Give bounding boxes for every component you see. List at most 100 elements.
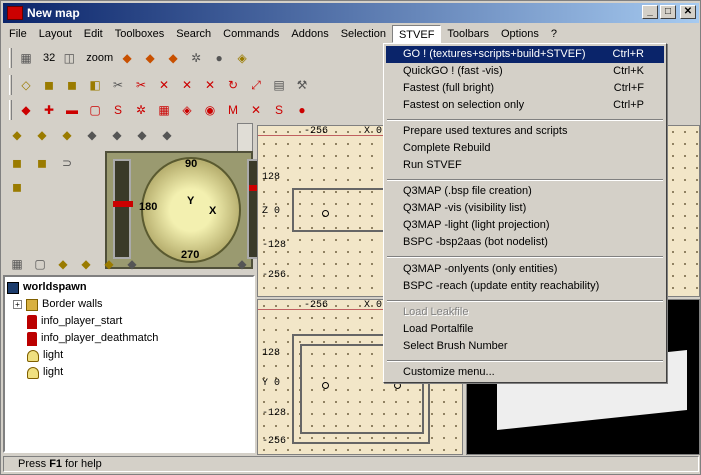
- zoom-icon[interactable]: ◫: [59, 48, 79, 68]
- menu-item-q3map-vis[interactable]: Q3MAP -vis (visibility list): [386, 200, 664, 217]
- tab-3d-icon[interactable]: ◆: [122, 254, 142, 274]
- misc-icon-4[interactable]: ◆: [157, 125, 177, 145]
- csg-m-icon[interactable]: M: [223, 100, 243, 120]
- cut-icon[interactable]: ✂: [108, 75, 128, 95]
- grid-size-value[interactable]: 32: [43, 52, 55, 64]
- csg-hollow-icon[interactable]: ▢: [85, 100, 105, 120]
- expand-icon[interactable]: +: [13, 300, 22, 309]
- maximize-button[interactable]: □: [660, 5, 676, 19]
- menu-toolbars[interactable]: Toolbars: [441, 25, 495, 43]
- menu-item-go[interactable]: GO ! (textures+scripts+build+STVEF) Ctrl…: [386, 46, 664, 63]
- misc-icon-2[interactable]: ◆: [107, 125, 127, 145]
- menu-addons[interactable]: Addons: [285, 25, 334, 43]
- tree-item[interactable]: light: [7, 347, 251, 364]
- menu-item-fastest-selection[interactable]: Fastest on selection only Ctrl+P: [386, 97, 664, 114]
- csg-s-icon[interactable]: S: [108, 100, 128, 120]
- viewport-side[interactable]: -256 X 0 128 Z 0 -128 -256: [257, 125, 400, 297]
- texture-small-icon-3[interactable]: ◆: [57, 125, 77, 145]
- menu-item-customize[interactable]: Customize menu...: [386, 364, 664, 381]
- csg-merge-icon[interactable]: ▦: [154, 100, 174, 120]
- menu-options[interactable]: Options: [495, 25, 545, 43]
- csg-cube-icon[interactable]: ◆: [16, 100, 36, 120]
- csg-gear-icon[interactable]: ✲: [131, 100, 151, 120]
- menu-item-q3map-light[interactable]: Q3MAP -light (light projection): [386, 217, 664, 234]
- menu-item-q3map-onlyents[interactable]: Q3MAP -onlyents (only entities): [386, 261, 664, 278]
- misc-icon-1[interactable]: ◆: [82, 125, 102, 145]
- menu-item-load-portalfile[interactable]: Load Portalfile: [386, 321, 664, 338]
- tab-face-icon[interactable]: ◆: [99, 254, 119, 274]
- menu-item-bspc-aas[interactable]: BSPC -bsp2aas (bot nodelist): [386, 234, 664, 251]
- compass-dial[interactable]: 90 180 270 Y X: [139, 157, 241, 263]
- menu-help[interactable]: ?: [545, 25, 563, 43]
- texture-small-icon-1[interactable]: ◆: [7, 125, 27, 145]
- cog-icon[interactable]: ✲: [186, 48, 206, 68]
- cube-tool-icon[interactable]: ◼: [7, 153, 27, 173]
- entity-marker[interactable]: [322, 382, 329, 389]
- csg-x-icon[interactable]: ✕: [246, 100, 266, 120]
- rotate-icon[interactable]: ↻: [223, 75, 243, 95]
- close-button[interactable]: ✕: [680, 5, 696, 19]
- cube-tool-2-icon[interactable]: ◼: [32, 153, 52, 173]
- tab-entity-icon[interactable]: ◆: [53, 254, 73, 274]
- view-3d-textured-icon[interactable]: ◆: [140, 48, 160, 68]
- texture-icon[interactable]: ◈: [232, 48, 252, 68]
- menu-stvef[interactable]: STVEF: [391, 24, 442, 43]
- menu-item-prepare[interactable]: Prepare used textures and scripts: [386, 123, 664, 140]
- cube-icon[interactable]: ◼: [39, 75, 59, 95]
- misc-icon-3[interactable]: ◆: [132, 125, 152, 145]
- cube-solid-icon[interactable]: ◼: [62, 75, 82, 95]
- tree-item[interactable]: + Border walls: [7, 296, 251, 313]
- tool-icon[interactable]: ⚒: [292, 75, 312, 95]
- menu-selection[interactable]: Selection: [335, 25, 392, 43]
- menu-item-fastest[interactable]: Fastest (full bright) Ctrl+F: [386, 80, 664, 97]
- menu-commands[interactable]: Commands: [217, 25, 285, 43]
- clip-icon[interactable]: ✂: [131, 75, 151, 95]
- sphere-icon[interactable]: ●: [209, 48, 229, 68]
- tab-extra-icon[interactable]: ◆: [232, 254, 252, 274]
- toolbar-grip[interactable]: [9, 100, 12, 120]
- toolbar-grip[interactable]: [9, 48, 12, 68]
- hook-icon[interactable]: ⊃: [57, 153, 77, 173]
- scale-icon[interactable]: ⤢: [246, 75, 266, 95]
- tree-item[interactable]: light: [7, 364, 251, 381]
- menu-file[interactable]: File: [3, 25, 33, 43]
- csg-subtract-icon[interactable]: ▬: [62, 100, 82, 120]
- csg-circle-icon[interactable]: ●: [292, 100, 312, 120]
- toolbar-grip[interactable]: [9, 75, 12, 95]
- csg-ring-icon[interactable]: ◉: [200, 100, 220, 120]
- csg-add-icon[interactable]: ✚: [39, 100, 59, 120]
- pitch-slider[interactable]: [113, 159, 133, 259]
- tab-texture-icon[interactable]: ◆: [76, 254, 96, 274]
- menu-item-q3map[interactable]: Q3MAP (.bsp file creation): [386, 183, 664, 200]
- tree-item[interactable]: info_player_start: [7, 313, 251, 330]
- view-3d-icon[interactable]: ◆: [117, 48, 137, 68]
- minimize-button[interactable]: _: [642, 5, 658, 19]
- texture-small-icon-2[interactable]: ◆: [32, 125, 52, 145]
- vertex-icon[interactable]: ◇: [16, 75, 36, 95]
- tab-tree-icon[interactable]: ▦: [7, 254, 27, 274]
- mirror-x-icon[interactable]: ✕: [154, 75, 174, 95]
- menu-item-rebuild[interactable]: Complete Rebuild: [386, 140, 664, 157]
- menu-item-bspc-reach[interactable]: BSPC -reach (update entity reachability): [386, 278, 664, 295]
- view-3d-solid-icon[interactable]: ◆: [163, 48, 183, 68]
- menu-edit[interactable]: Edit: [78, 25, 109, 43]
- grid-icon[interactable]: ▦: [16, 48, 36, 68]
- menu-item-quickgo[interactable]: QuickGO ! (fast -vis) Ctrl+K: [386, 63, 664, 80]
- csg-s2-icon[interactable]: S: [269, 100, 289, 120]
- tree-item[interactable]: info_player_deathmatch: [7, 330, 251, 347]
- compass-gauge[interactable]: 90 180 270 Y X: [105, 151, 261, 269]
- entity-marker[interactable]: [322, 210, 329, 217]
- cfg-icon[interactable]: ▤: [269, 75, 289, 95]
- mirror-y-icon[interactable]: ✕: [177, 75, 197, 95]
- tree-root[interactable]: worldspawn: [7, 279, 251, 296]
- menu-toolboxes[interactable]: Toolboxes: [109, 25, 171, 43]
- mirror-z-icon[interactable]: ✕: [200, 75, 220, 95]
- entity-marker[interactable]: [394, 382, 401, 389]
- viewport-side-right[interactable]: [666, 125, 700, 297]
- csg-intersect-icon[interactable]: ◈: [177, 100, 197, 120]
- tab-brush-icon[interactable]: ▢: [30, 254, 50, 274]
- menu-item-run[interactable]: Run STVEF: [386, 157, 664, 174]
- cube-tool-3-icon[interactable]: ◼: [7, 177, 27, 197]
- menu-item-select-brush[interactable]: Select Brush Number: [386, 338, 664, 355]
- zoom-label[interactable]: zoom: [86, 52, 113, 64]
